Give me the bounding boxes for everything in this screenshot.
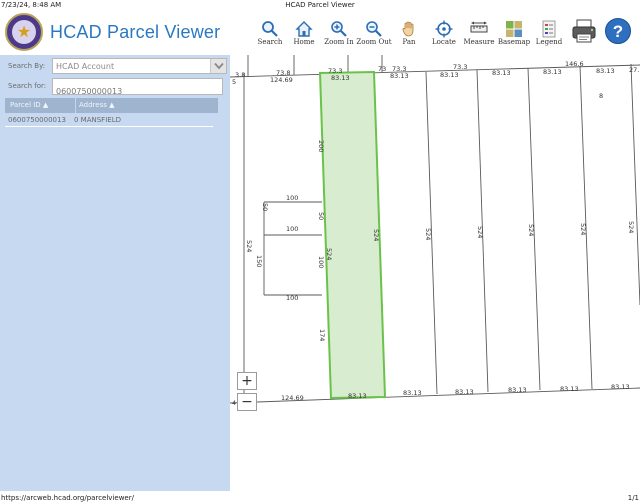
map-label: 524 — [579, 223, 587, 235]
map-label: 524 — [245, 240, 253, 252]
help-glyph: ? — [613, 22, 623, 41]
search-sidebar: Search By: HCAD Account Search for: Parc… — [0, 55, 230, 491]
search-for-label: Search for: — [8, 82, 47, 90]
legend-tool-button[interactable]: Legend — [531, 11, 567, 51]
dropdown-button[interactable] — [210, 59, 226, 73]
map-label: 5 — [232, 78, 236, 86]
printer-icon — [572, 19, 596, 43]
table-row[interactable]: 0600750000013 0 MANSFIELD — [5, 115, 213, 127]
cell-address: 0 MANSFIELD — [74, 116, 121, 124]
map-label: 83.13 — [543, 68, 562, 76]
parcel-lines: 3.8 73.8 73.3 73 73.3 73.3 146.6 27. 5 1… — [230, 55, 640, 407]
search-by-label: Search By: — [8, 62, 46, 70]
print-doc-title: HCAD Parcel Viewer — [285, 1, 355, 9]
map-label: 83.13 — [440, 71, 459, 79]
map-label: 524 — [627, 221, 635, 233]
map-label: 524 — [527, 224, 535, 236]
lot-number-label: 8 — [599, 92, 603, 100]
basemap-icon — [506, 21, 522, 37]
search-by-select[interactable]: HCAD Account — [52, 58, 227, 74]
map-label: 524 — [476, 226, 484, 238]
legend-icon — [542, 20, 556, 38]
map-label: 146.6 — [565, 60, 584, 68]
pan-hand-icon — [402, 21, 414, 37]
map-label: 100 — [286, 225, 298, 233]
results-table-header: Parcel ID ▲ Address ▲ — [5, 98, 218, 113]
search-by-value: HCAD Account — [56, 62, 115, 71]
map-label: 83.13 — [508, 386, 527, 394]
map-label: 27. — [629, 66, 639, 74]
print-page-number: 1/1 — [627, 494, 639, 502]
zoom-out-icon — [366, 21, 382, 37]
map-label: 50 — [261, 203, 269, 211]
zoom-out-button[interactable]: − — [237, 393, 257, 411]
map-label: 100 — [286, 294, 298, 302]
map-label: 524 — [325, 248, 333, 260]
print-button[interactable] — [566, 11, 602, 51]
zoom-in-button[interactable]: + — [237, 372, 257, 390]
locate-crosshair-icon — [435, 20, 453, 38]
map-label: 100 — [317, 256, 325, 268]
map-label: 83.13 — [560, 385, 579, 393]
measure-icon — [470, 21, 488, 33]
search-input[interactable] — [53, 84, 222, 99]
map-label: 83.13 — [455, 388, 474, 396]
map-label: 73.3 — [453, 63, 467, 71]
map-label: 83.13 — [390, 72, 409, 80]
parcel-map[interactable]: 3.8 73.8 73.3 73 73.3 73.3 146.6 27. 5 1… — [230, 55, 640, 491]
map-label: 83.13 — [348, 392, 367, 400]
map-label: 83.13 — [331, 74, 350, 82]
map-label: 83.13 — [403, 389, 422, 397]
hcad-seal-logo: ★ — [5, 13, 43, 51]
map-label: 3.8 — [235, 71, 245, 79]
cell-parcel-id: 0600750000013 — [8, 116, 66, 124]
print-url: https://arcweb.hcad.org/parcelviewer/ — [1, 494, 134, 502]
map-label: 124.69 — [281, 394, 304, 402]
zoom-in-icon — [331, 21, 347, 37]
map-label: 50 — [317, 212, 325, 220]
home-icon — [295, 21, 313, 37]
map-label: 174 — [318, 329, 326, 341]
map-label: 150 — [255, 255, 263, 267]
map-label: 524 — [372, 229, 380, 241]
map-label: 100 — [286, 194, 298, 202]
help-icon: ? — [605, 18, 631, 44]
col-address-header[interactable]: Address ▲ — [79, 101, 115, 109]
search-icon — [262, 21, 278, 37]
map-label: 83.13 — [596, 67, 615, 75]
map-label: 524 — [424, 228, 432, 240]
app-title: HCAD Parcel Viewer — [50, 22, 221, 42]
map-label: 83.13 — [492, 69, 511, 77]
map-label: 73 — [378, 65, 386, 73]
map-label: 4 — [232, 399, 236, 407]
column-divider — [75, 98, 76, 113]
map-label: 200 — [317, 140, 325, 152]
col-parcel-id-header[interactable]: Parcel ID ▲ — [10, 101, 48, 109]
map-label: 83.13 — [611, 383, 630, 391]
print-footer: https://arcweb.hcad.org/parcelviewer/ 1/… — [0, 493, 640, 503]
map-label: 124.69 — [270, 76, 293, 84]
help-button[interactable]: ? — [600, 11, 636, 51]
chevron-down-icon — [213, 62, 224, 70]
search-input-wrapper — [52, 78, 223, 99]
print-header: 7/23/24, 8:48 AM HCAD Parcel Viewer — [0, 0, 640, 11]
